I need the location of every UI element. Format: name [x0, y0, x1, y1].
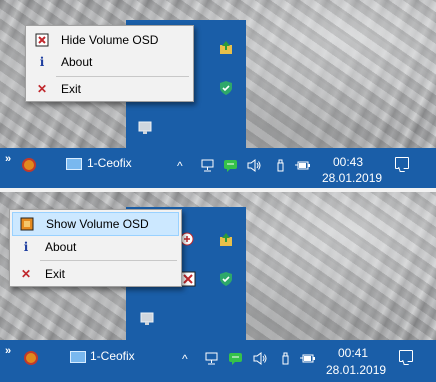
menu-item-label: About — [45, 240, 77, 254]
speaker-volume-icon[interactable] — [246, 159, 261, 172]
taskbar-window-title[interactable]: 1-Ceofix — [87, 156, 132, 170]
menu-item-label: Exit — [61, 82, 82, 96]
menu-item-hide-volume-osd[interactable]: Hide Volume OSD — [28, 29, 191, 51]
volume-osd-tray-icon[interactable] — [180, 232, 196, 248]
clock-time[interactable]: 00:43 — [333, 155, 363, 169]
show-hidden-icons-chevron-icon[interactable]: ^ — [177, 159, 183, 173]
menu-item-label: Exit — [45, 267, 66, 281]
menu-separator — [40, 260, 177, 261]
network-icon[interactable] — [200, 159, 215, 172]
network-icon[interactable] — [204, 352, 219, 365]
clock-time[interactable]: 00:41 — [338, 346, 368, 360]
battery-plugged-icon[interactable] — [300, 352, 315, 365]
security-shield-icon[interactable] — [218, 271, 234, 287]
exit-x-icon: ✕ — [36, 82, 48, 96]
download-manager-icon[interactable] — [218, 40, 234, 56]
usb-device-icon[interactable] — [273, 159, 288, 172]
volume-osd-app-icon[interactable] — [24, 351, 38, 365]
action-center-notification-icon[interactable] — [399, 350, 413, 362]
screenshot-top-panel: Hide Volume OSD i About ✕ Exit » 1-Ceofi… — [0, 0, 436, 188]
usb-device-icon[interactable] — [278, 352, 293, 365]
chat-bubble-icon[interactable] — [228, 352, 243, 365]
info-icon: i — [23, 240, 29, 254]
menu-item-label: Hide Volume OSD — [61, 33, 159, 47]
menu-item-label: About — [61, 55, 93, 69]
taskbar: » 1-Ceofix ^ 00:41 28.01.2019 — [0, 340, 436, 382]
window-app-icon[interactable] — [70, 351, 86, 363]
volume-osd-app-icon[interactable] — [22, 158, 36, 172]
context-menu: Show Volume OSD i About ✕ Exit — [9, 209, 182, 287]
network-drive-icon[interactable] — [139, 311, 155, 327]
taskbar-window-title[interactable]: 1-Ceofix — [90, 349, 135, 363]
menu-item-about[interactable]: i About — [12, 236, 179, 258]
taskbar-overflow-chevron-icon[interactable]: » — [5, 345, 11, 357]
chat-bubble-icon[interactable] — [223, 159, 238, 172]
exit-x-icon: ✕ — [20, 267, 32, 281]
window-app-icon[interactable] — [66, 158, 82, 170]
taskbar-overflow-chevron-icon[interactable]: » — [5, 153, 11, 165]
network-drive-icon[interactable] — [137, 120, 153, 136]
clock-date[interactable]: 28.01.2019 — [326, 363, 386, 377]
show-hidden-icons-chevron-icon[interactable]: ^ — [182, 352, 188, 366]
menu-item-exit[interactable]: ✕ Exit — [28, 78, 191, 100]
taskbar: » 1-Ceofix ^ 00:43 28.01.2019 — [0, 148, 436, 188]
volume-osd-off-tray-icon[interactable] — [180, 271, 196, 287]
volume-osd-on-icon — [20, 217, 34, 231]
info-icon: i — [39, 55, 45, 69]
battery-plugged-icon[interactable] — [295, 159, 310, 172]
volume-osd-off-icon — [35, 33, 49, 47]
download-manager-icon[interactable] — [218, 232, 234, 248]
screenshot-bottom-panel: Show Volume OSD i About ✕ Exit » 1-Ceofi… — [0, 192, 436, 382]
clock-date[interactable]: 28.01.2019 — [322, 171, 382, 185]
speaker-volume-icon[interactable] — [252, 352, 267, 365]
menu-separator — [56, 76, 189, 77]
menu-item-exit[interactable]: ✕ Exit — [12, 263, 179, 285]
menu-item-show-volume-osd[interactable]: Show Volume OSD — [12, 212, 179, 236]
security-shield-icon[interactable] — [218, 80, 234, 96]
menu-item-label: Show Volume OSD — [46, 217, 149, 231]
menu-item-about[interactable]: i About — [28, 51, 191, 73]
action-center-notification-icon[interactable] — [395, 157, 409, 169]
context-menu: Hide Volume OSD i About ✕ Exit — [25, 25, 194, 102]
